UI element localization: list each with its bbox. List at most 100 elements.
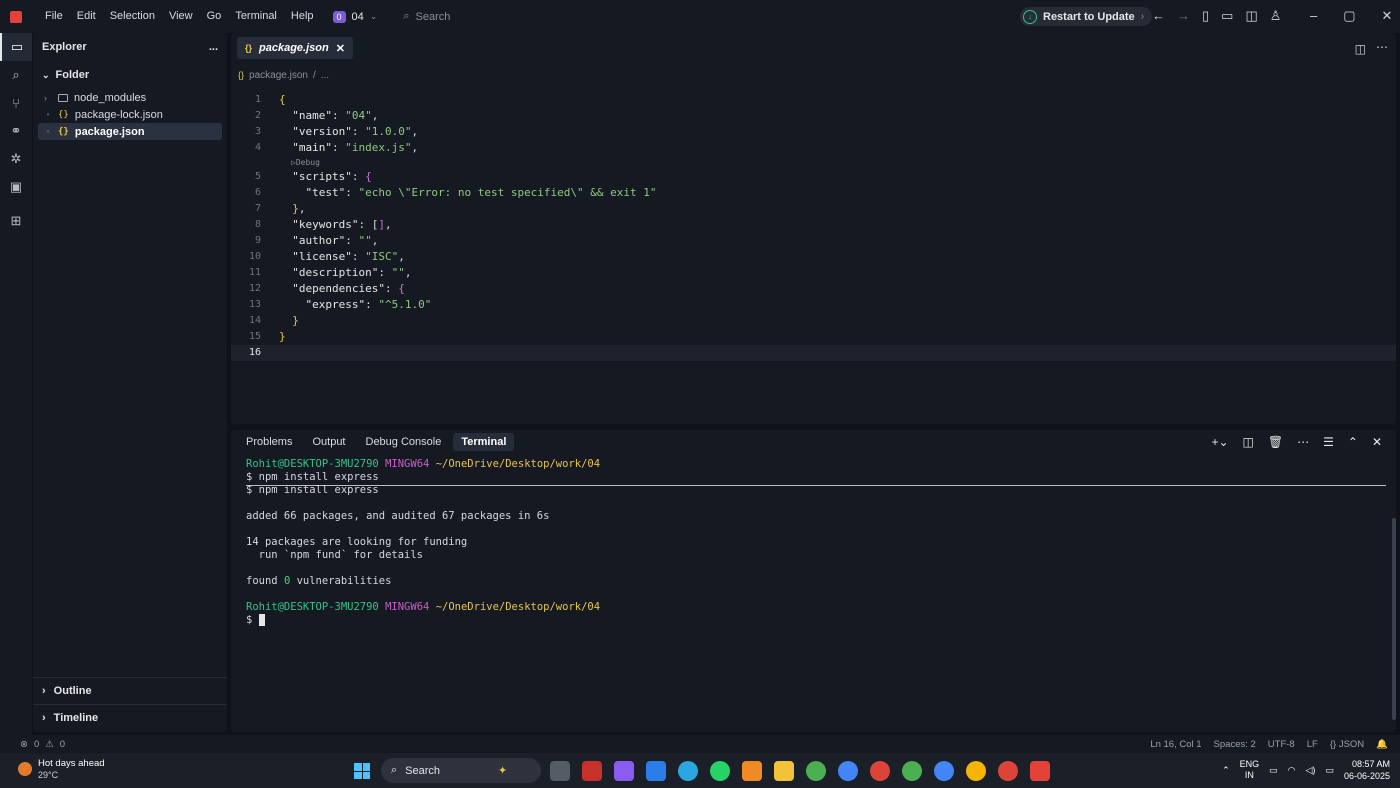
remote-explorer-icon[interactable]: ▣: [0, 173, 32, 201]
terminal-scrollbar[interactable]: [1392, 518, 1396, 720]
more-actions-icon[interactable]: ⋯: [1376, 40, 1388, 54]
display-icon[interactable]: ▭: [1269, 765, 1278, 776]
code-line: 9 "author": "",: [231, 233, 1396, 249]
file-explorer-icon[interactable]: [774, 761, 794, 781]
terminal-settings-icon[interactable]: ☰: [1323, 435, 1334, 449]
account-icon[interactable]: ♙: [1270, 8, 1282, 24]
line-number: 14: [248, 315, 261, 326]
tab-terminal[interactable]: Terminal: [453, 433, 515, 451]
chrome-icon[interactable]: [934, 761, 954, 781]
indent-dot: •: [46, 110, 50, 119]
search-icon[interactable]: ⌕: [0, 61, 32, 89]
terminal-input-line[interactable]: $: [246, 614, 600, 627]
line-number: 16: [248, 347, 261, 358]
maximize-panel-icon[interactable]: ⌃: [1348, 435, 1358, 449]
extensions-icon[interactable]: ⊞: [0, 207, 32, 235]
menu-go[interactable]: Go: [200, 0, 229, 33]
breadcrumb-file[interactable]: package.json: [249, 70, 308, 81]
line-number: 7: [254, 203, 261, 214]
terminal-output[interactable]: Rohit@DESKTOP-3MU2790 MINGW64 ~/OneDrive…: [246, 458, 600, 627]
copilot-icon[interactable]: [614, 761, 634, 781]
clock[interactable]: 08:57 AM 06-06-2025: [1344, 758, 1390, 782]
tab-problems[interactable]: Problems: [238, 433, 300, 451]
chrome-icon[interactable]: [966, 761, 986, 781]
menu-selection[interactable]: Selection: [103, 0, 162, 33]
indentation[interactable]: Spaces: 2: [1214, 739, 1256, 750]
explorer-icon[interactable]: ▭: [0, 33, 32, 61]
tree-item-package-json[interactable]: • {} package.json: [38, 123, 222, 140]
folder-section-label: Folder: [55, 69, 90, 81]
debug-icon[interactable]: ✲: [0, 145, 32, 173]
notification-bell-icon[interactable]: 🔔: [1376, 739, 1388, 750]
zed-editor-icon[interactable]: [1030, 761, 1050, 781]
language-mode[interactable]: {} JSON: [1330, 739, 1364, 750]
trash-icon[interactable]: 🗑: [1268, 435, 1283, 449]
remote-icon[interactable]: ⚭: [0, 117, 32, 145]
toggle-sidebar-icon[interactable]: ▯: [1202, 8, 1209, 24]
more-actions-icon[interactable]: ⋯: [1297, 435, 1309, 449]
close-tab-icon[interactable]: ✕: [336, 42, 345, 55]
bottom-panel: Problems Output Debug Console Terminal +…: [231, 430, 1396, 732]
tab-package-json[interactable]: {} package.json ✕: [237, 37, 353, 59]
tree-item-package-lock[interactable]: • {} package-lock.json: [38, 106, 222, 123]
more-actions-icon[interactable]: ...: [209, 41, 218, 53]
back-arrow-icon[interactable]: ←: [1152, 8, 1165, 24]
chrome-icon[interactable]: [806, 761, 826, 781]
menu-help[interactable]: Help: [284, 0, 321, 33]
close-panel-icon[interactable]: ✕: [1372, 435, 1382, 449]
code-area[interactable]: 1{2 "name": "04", 3 "version": "1.0.0", 4 …: [231, 92, 1396, 361]
store-icon[interactable]: [646, 761, 666, 781]
sublime-icon[interactable]: [742, 761, 762, 781]
chrome-icon[interactable]: [838, 761, 858, 781]
maximize-icon[interactable]: ▢: [1343, 8, 1355, 24]
project-switcher[interactable]: 0 04 ⌄: [332, 10, 377, 23]
chrome-icon[interactable]: [902, 761, 922, 781]
timeline-section[interactable]: › Timeline: [33, 704, 227, 731]
battery-icon[interactable]: ▭: [1325, 765, 1334, 776]
start-button[interactable]: [354, 763, 370, 779]
task-view-icon[interactable]: [550, 761, 570, 781]
tab-output[interactable]: Output: [304, 433, 353, 451]
toggle-panel-icon[interactable]: ▭: [1221, 8, 1233, 24]
breadcrumb-symbol[interactable]: ...: [321, 70, 329, 81]
wifi-icon[interactable]: ◠: [1288, 765, 1296, 776]
cursor-position[interactable]: Ln 16, Col 1: [1150, 739, 1201, 750]
whatsapp-icon[interactable]: [710, 761, 730, 781]
menu-terminal[interactable]: Terminal: [228, 0, 284, 33]
chevron-up-icon[interactable]: ⌃: [1222, 765, 1230, 776]
forward-arrow-icon[interactable]: →: [1177, 8, 1190, 24]
close-window-icon[interactable]: ✕: [1382, 8, 1393, 24]
line-number: 5: [254, 171, 261, 182]
edge-icon[interactable]: [678, 761, 698, 781]
source-control-icon[interactable]: ⑂: [0, 89, 32, 117]
language-indicator[interactable]: ENG IN: [1240, 759, 1260, 781]
new-terminal-icon[interactable]: +⌄: [1211, 435, 1228, 449]
menu-edit[interactable]: Edit: [70, 0, 103, 33]
taskbar-search[interactable]: ⌕ Search ✦: [381, 758, 541, 783]
line-ending[interactable]: LF: [1307, 739, 1318, 750]
tab-debug-console[interactable]: Debug Console: [358, 433, 450, 451]
chrome-icon[interactable]: [870, 761, 890, 781]
restart-to-update-button[interactable]: ↓ Restart to Update ›: [1020, 7, 1153, 26]
chrome-icon[interactable]: [998, 761, 1018, 781]
volume-icon[interactable]: ◁): [1306, 765, 1316, 776]
taskbar-app-icon[interactable]: [582, 761, 602, 781]
menu-view[interactable]: View: [162, 0, 200, 33]
split-terminal-icon[interactable]: ◫: [1243, 435, 1254, 449]
minimize-icon[interactable]: –: [1310, 8, 1317, 24]
folder-section-header[interactable]: ⌄ Folder: [33, 61, 227, 89]
encoding[interactable]: UTF-8: [1268, 739, 1295, 750]
chevron-right-icon: ›: [42, 685, 46, 697]
toggle-secondary-sidebar-icon[interactable]: ◫: [1245, 8, 1257, 24]
code-text: }: [279, 330, 286, 343]
diagnostics-status[interactable]: ⊗ 0 ⚠ 0: [20, 739, 65, 750]
weather-widget[interactable]: Hot days ahead 29°C: [18, 758, 105, 780]
menu-file[interactable]: File: [38, 0, 70, 33]
debug-codelens[interactable]: ▷Debug: [231, 156, 1396, 169]
command-search[interactable]: ⌕ Search: [403, 10, 450, 23]
outline-section[interactable]: › Outline: [33, 677, 227, 704]
tree-item-node-modules[interactable]: › node_modules: [38, 89, 222, 106]
json-file-icon: {}: [238, 70, 245, 80]
split-editor-icon[interactable]: ◫: [1355, 42, 1366, 56]
code-line: 2 "name": "04",: [231, 108, 1396, 124]
